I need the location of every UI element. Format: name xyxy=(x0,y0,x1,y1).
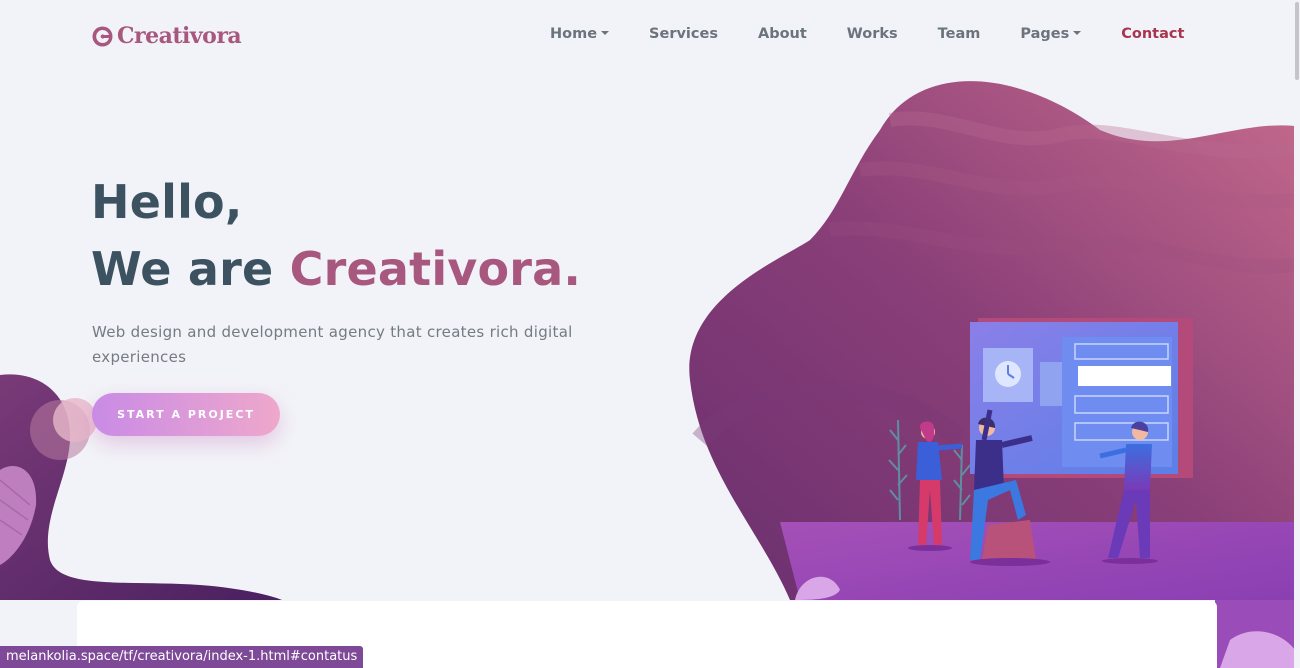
start-project-button[interactable]: START A PROJECT xyxy=(92,393,280,436)
nav-team[interactable]: Team xyxy=(938,26,981,42)
hero-heading-brand: Creativora. xyxy=(289,242,582,296)
nav-pages-label: Pages xyxy=(1020,26,1070,42)
hero-heading-line2: We are Creativora. xyxy=(91,242,581,296)
nav-pages[interactable]: Pages xyxy=(1020,26,1082,42)
nav-home[interactable]: Home xyxy=(550,26,610,42)
scrollbar-thumb[interactable] xyxy=(1295,2,1299,80)
logo-text: Creativora xyxy=(117,23,242,49)
status-bar-url: melankolia.space/tf/creativora/index-1.h… xyxy=(0,646,364,668)
hero-heading-prefix: We are xyxy=(91,242,290,296)
nav-home-label: Home xyxy=(550,26,598,42)
hero-heading-line1: Hello, xyxy=(91,175,243,229)
nav-services[interactable]: Services xyxy=(649,26,718,42)
main-nav: Home Services About Works Team Pages Con… xyxy=(550,24,1184,44)
logo-icon xyxy=(92,26,113,46)
chevron-down-icon xyxy=(1073,31,1082,35)
hero-subtitle: Web design and development agency that c… xyxy=(92,323,573,366)
chevron-down-icon xyxy=(601,31,610,35)
nav-about[interactable]: About xyxy=(758,26,807,42)
nav-works[interactable]: Works xyxy=(847,26,898,42)
logo[interactable]: Creativora xyxy=(92,22,242,50)
page-scrollbar[interactable] xyxy=(1294,0,1300,668)
nav-contact[interactable]: Contact xyxy=(1121,26,1184,42)
